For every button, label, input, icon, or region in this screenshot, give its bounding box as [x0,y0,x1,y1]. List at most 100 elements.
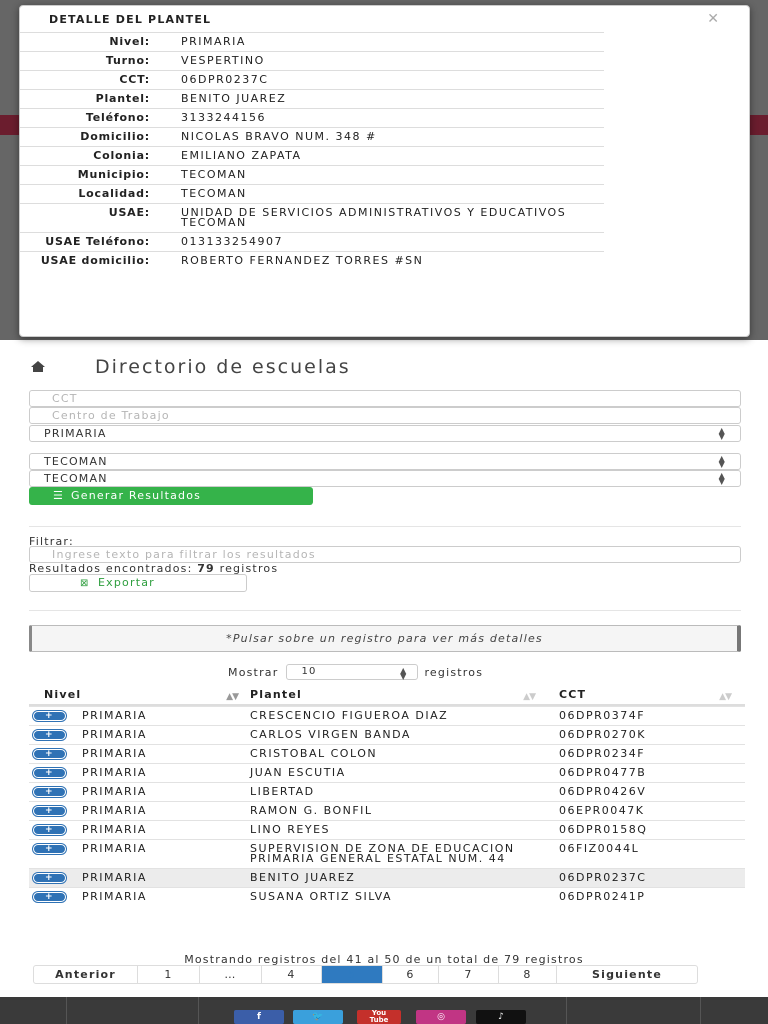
pagination-page-8[interactable]: 8 [499,966,557,983]
detail-value: NICOLAS BRAVO NUM. 348 # [181,130,377,143]
length-suffix: registros [424,665,484,679]
detail-row-usae-telefono: USAE Teléfono: 013133254907 [20,232,604,251]
cell-nivel: PRIMARIA [82,728,147,741]
cell-nivel: PRIMARIA [82,842,147,855]
cell-plantel: SUPERVISION DE ZONA DE EDUCACION PRIMARI… [250,842,515,865]
column-header-cct[interactable]: CCT ▲▼ [559,686,745,704]
detail-modal: DETALLE DEL PLANTEL ✕ Nivel: PRIMARIA Tu… [19,5,750,337]
table-row[interactable]: + PRIMARIA LINO REYES 06DPR0158Q [29,820,745,839]
detail-label: USAE domicilio: [40,254,150,267]
home-icon[interactable] [31,361,45,372]
column-header-plantel[interactable]: Plantel ▲▼ [250,686,559,704]
pagination-page-4[interactable]: 4 [262,966,322,983]
cell-plantel: SUSANA ORTIZ SILVA [250,890,392,903]
table-row[interactable]: + PRIMARIA SUPERVISION DE ZONA DE EDUCACI… [29,839,745,868]
detail-value: UNIDAD DE SERVICIOS ADMINISTRATIVOS Y ED… [181,206,567,229]
expand-plus-icon[interactable]: + [33,749,66,759]
expand-plus-icon[interactable]: + [33,730,66,740]
facebook-icon[interactable]: f [234,1010,284,1024]
select-arrows-icon: ▲ ▼ [400,666,408,681]
detail-value: ROBERTO FERNANDEZ TORRES #SN [181,254,424,267]
cell-plantel: BENITO JUAREZ [250,871,356,884]
modal-title: DETALLE DEL PLANTEL [49,13,212,26]
table-header: Nivel ▲▼ Plantel ▲▼ CCT ▲▼ [29,686,745,706]
expand-plus-icon[interactable]: + [33,711,66,721]
detail-value: 06DPR0237C [181,73,269,86]
filter-input[interactable]: Ingrese texto para filtrar los resultado… [29,546,741,563]
cell-nivel: PRIMARIA [82,766,147,779]
expand-plus-icon[interactable]: + [33,825,66,835]
table-row[interactable]: + PRIMARIA LIBERTAD 06DPR0426V [29,782,745,801]
sort-asc-icon: ▲▼ [226,692,239,702]
twitter-icon[interactable]: 🐦 [293,1010,343,1024]
detail-label: Plantel: [95,92,150,105]
tiktok-icon[interactable]: ♪ [476,1010,526,1024]
page-length-select[interactable]: 10 ▲ ▼ [286,664,419,681]
detail-value: TECOMAN [181,168,247,181]
cell-cct: 06FIZ0044L [559,842,640,855]
detail-value: PRIMARIA [181,35,246,48]
expand-plus-icon[interactable]: + [33,806,66,816]
pagination-ellipsis: … [200,966,262,983]
cell-cct: 06DPR0237C [559,871,647,884]
cell-cct: 06EPR0047K [559,804,645,817]
column-header-label: CCT [559,688,587,701]
instagram-icon[interactable]: ◎ [416,1010,466,1024]
table-row[interactable]: + PRIMARIA JUAN ESCUTIA 06DPR0477B [29,763,745,782]
page-length-control: Mostrar 10 ▲ ▼ registros [228,664,484,681]
list-icon: ☰ [53,489,65,502]
detail-row-turno: Turno: VESPERTINO [20,51,604,70]
close-icon[interactable]: ✕ [707,11,719,27]
cell-cct: 06DPR0374F [559,709,646,722]
cell-nivel: PRIMARIA [82,785,147,798]
cell-cct: 06DPR0234F [559,747,646,760]
pagination-previous[interactable]: Anterior [34,966,138,983]
centro-trabajo-input[interactable]: Centro de Trabajo [29,407,741,424]
cell-plantel: CRISTOBAL COLON [250,747,378,760]
detail-label: Municipio: [77,168,150,181]
detail-row-colonia: Colonia: EMILIANO ZAPATA [20,146,604,165]
pagination-page-6[interactable]: 6 [383,966,439,983]
cell-plantel: CARLOS VIRGEN BANDA [250,728,411,741]
cell-cct: 06DPR0477B [559,766,647,779]
table-row[interactable]: + PRIMARIA CRESCENCIO FIGUEROA DIAZ 06DPR… [29,706,745,725]
length-prefix: Mostrar [228,665,279,679]
table-row-selected[interactable]: + PRIMARIA BENITO JUAREZ 06DPR0237C [29,868,745,887]
cell-plantel: LINO REYES [250,823,331,836]
expand-plus-icon[interactable]: + [33,768,66,778]
detail-value: 3133244156 [181,111,266,124]
pagination-page-7[interactable]: 7 [439,966,499,983]
detail-value: BENITO JUAREZ [181,92,287,105]
cell-nivel: PRIMARIA [82,823,147,836]
table-row[interactable]: + PRIMARIA SUSANA ORTIZ SILVA 06DPR0241P [29,887,745,906]
youtube-icon[interactable]: You Tube [357,1010,401,1024]
cell-nivel: PRIMARIA [82,804,147,817]
pagination-next[interactable]: Siguiente [557,966,697,983]
expand-plus-icon[interactable]: + [33,873,66,883]
detail-label: Localidad: [78,187,150,200]
cell-nivel: PRIMARIA [82,709,147,722]
localidad-select[interactable]: TECOMAN ▲ ▼ [29,470,741,487]
municipio-select[interactable]: TECOMAN ▲ ▼ [29,453,741,470]
cct-input[interactable]: CCT [29,390,741,407]
detail-row-plantel: Plantel: BENITO JUAREZ [20,89,604,108]
schools-table: Nivel ▲▼ Plantel ▲▼ CCT ▲▼ + PRIMARIA CRE… [29,686,745,906]
table-row[interactable]: + PRIMARIA CRISTOBAL COLON 06DPR0234F [29,744,745,763]
column-header-nivel[interactable]: Nivel ▲▼ [29,686,250,704]
expand-plus-icon[interactable]: + [33,892,66,902]
export-button[interactable]: ⊠ Exportar [29,574,247,592]
nivel-select[interactable]: PRIMARIA ▲ ▼ [29,425,741,442]
table-row[interactable]: + PRIMARIA RAMON G. BONFIL 06EPR0047K [29,801,745,820]
cell-plantel: LIBERTAD [250,785,315,798]
pagination-page-1[interactable]: 1 [138,966,200,983]
export-label: Exportar [98,576,155,589]
column-header-label: Plantel [250,688,302,701]
cell-cct: 06DPR0270K [559,728,646,741]
detail-label: Colonia: [93,149,150,162]
generate-results-button[interactable]: ☰ Generar Resultados [29,487,313,505]
detail-row-domicilio: Domicilio: NICOLAS BRAVO NUM. 348 # [20,127,604,146]
pagination-page-5-current[interactable]: 5 [322,966,383,983]
expand-plus-icon[interactable]: + [33,787,66,797]
table-row[interactable]: + PRIMARIA CARLOS VIRGEN BANDA 06DPR0270K [29,725,745,744]
expand-plus-icon[interactable]: + [33,844,66,854]
